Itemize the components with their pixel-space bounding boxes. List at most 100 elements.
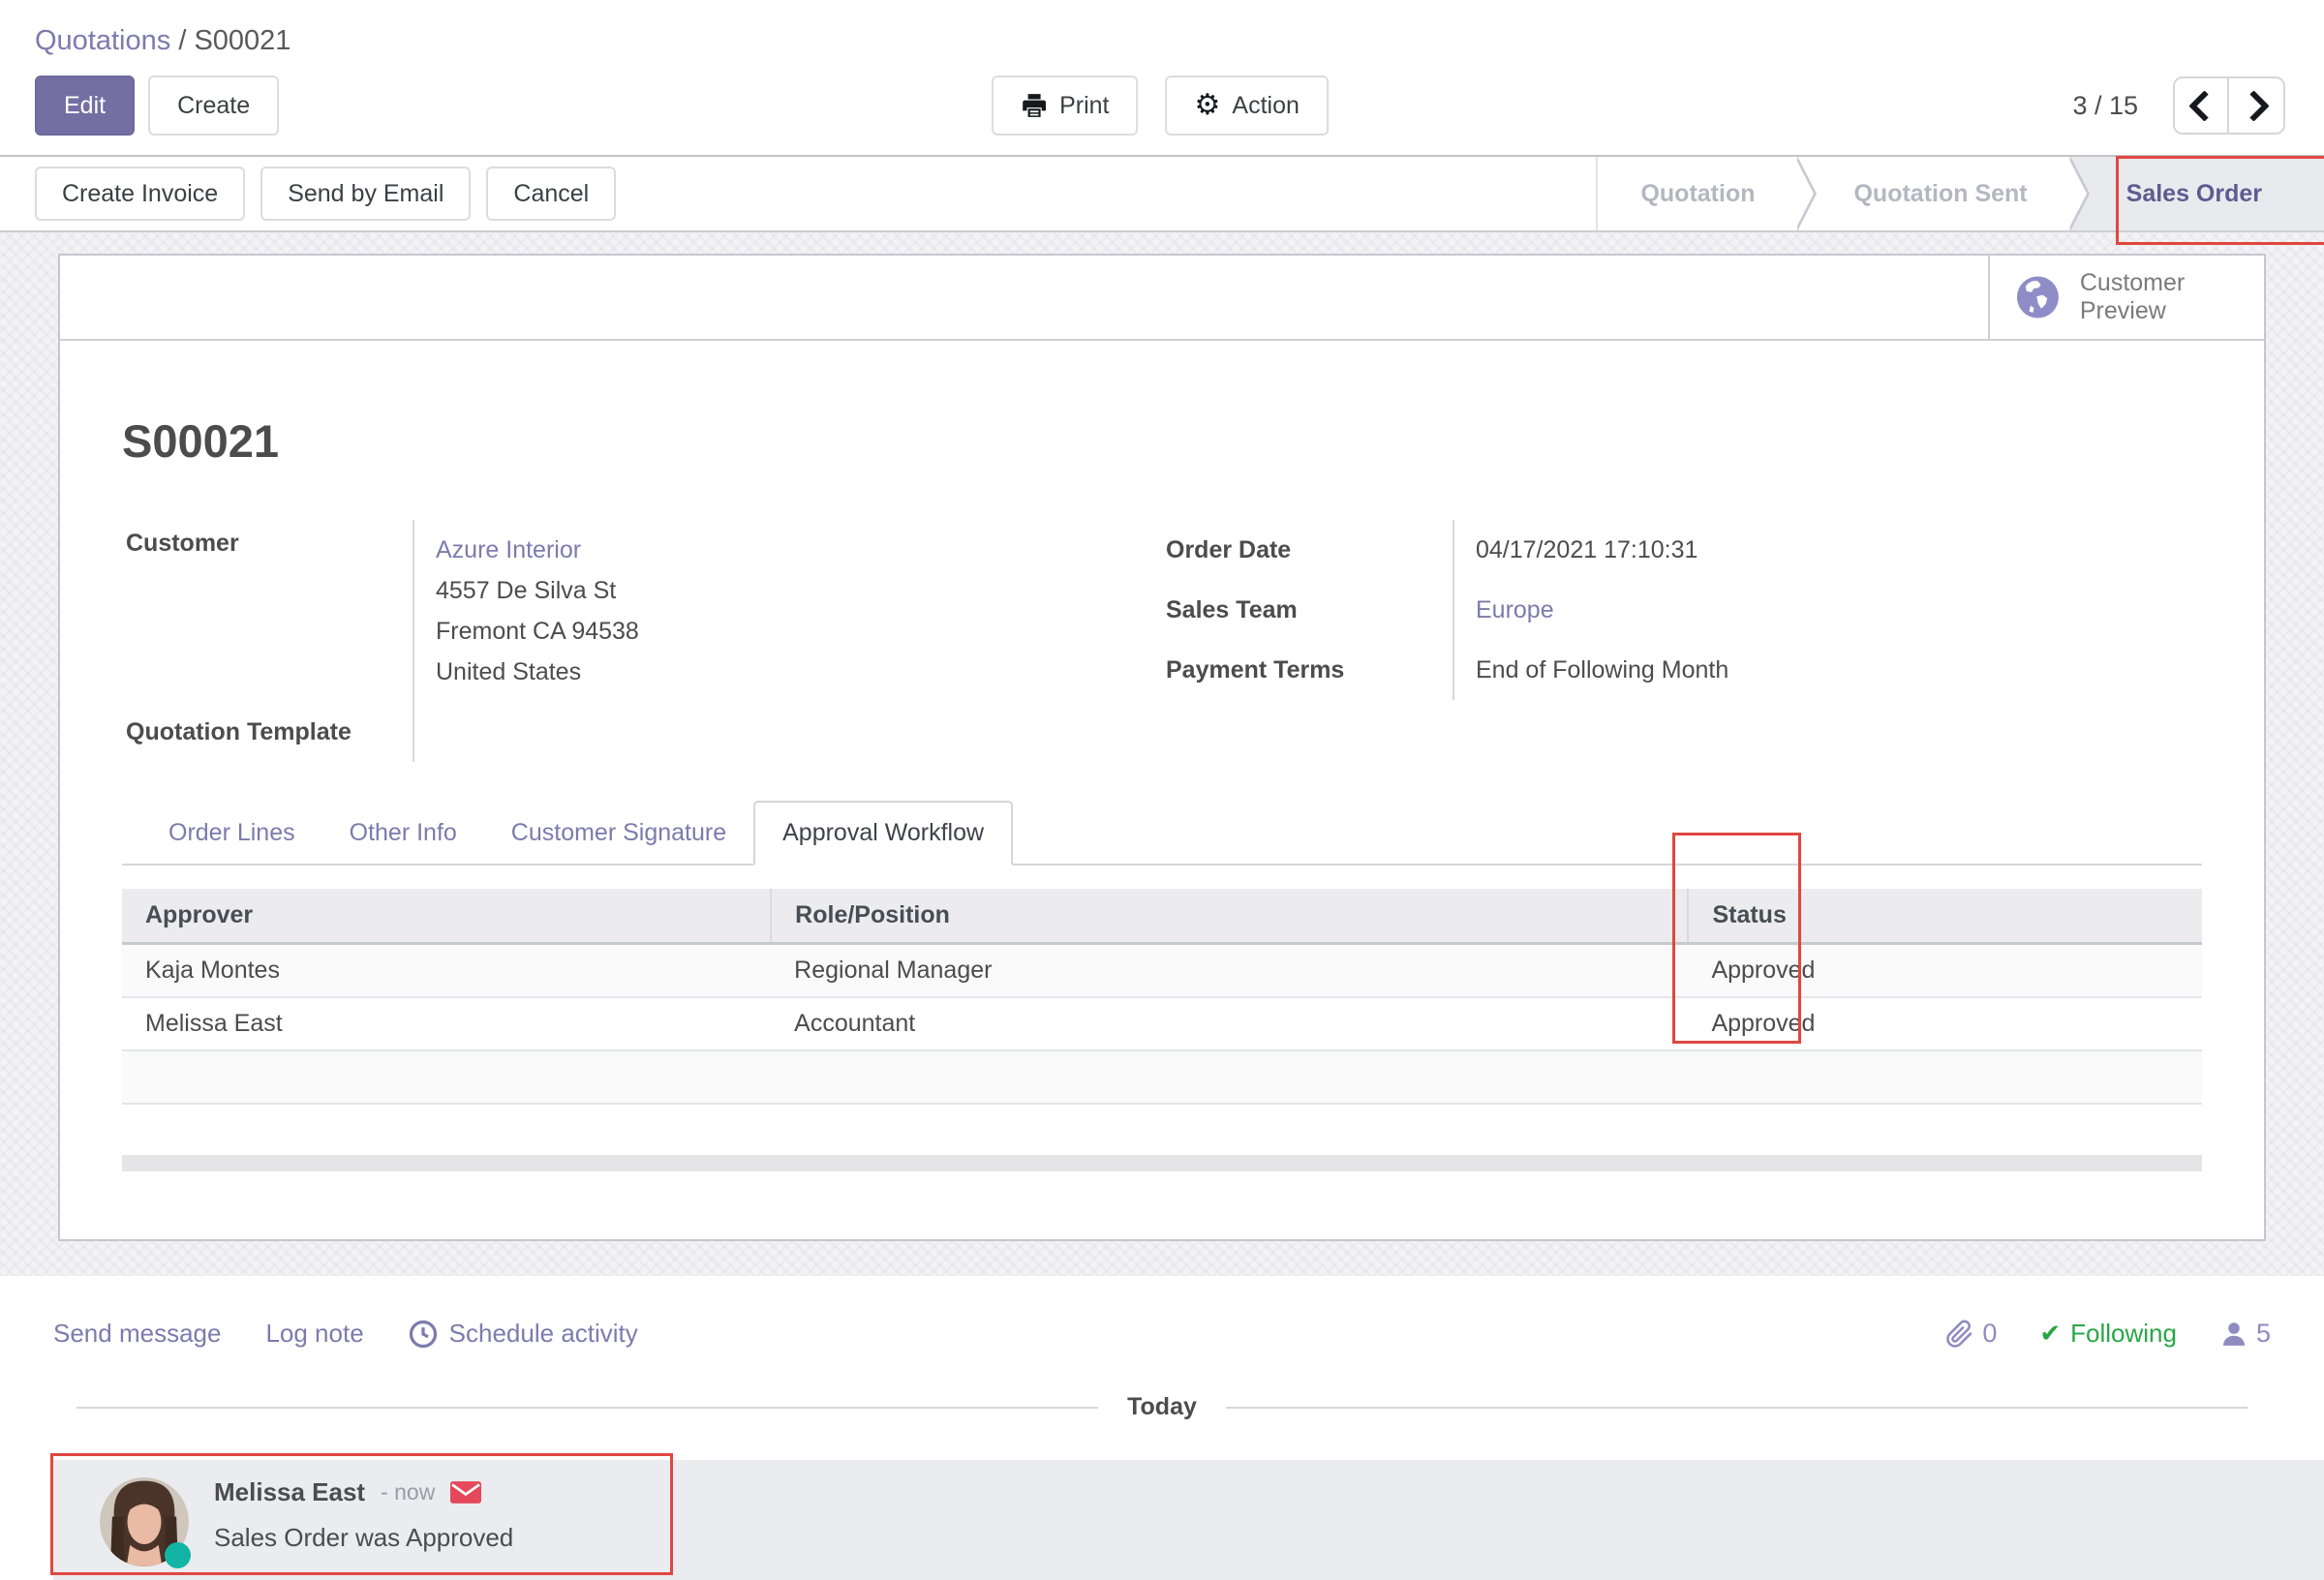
status-step-sales-order[interactable]: Sales Order [2068, 157, 2324, 230]
order-date-label: Order Date [1162, 520, 1452, 580]
control-panel: Quotations / S00021 Edit Create Print [0, 0, 2324, 155]
chevron-right-icon [2238, 90, 2270, 122]
next-record-button[interactable] [2229, 78, 2283, 133]
field-group-right: Order Date 04/17/2021 17:10:31 Sales Tea… [1162, 520, 2202, 762]
column-header-status[interactable]: Status [1688, 889, 2202, 944]
role-cell: Accountant [771, 997, 1688, 1050]
customer-value: Azure Interior 4557 De Silva St Fremont … [413, 520, 1162, 702]
table-row-empty [122, 1050, 2202, 1104]
create-button[interactable]: Create [148, 76, 279, 136]
customer-link[interactable]: Azure Interior [436, 530, 1162, 570]
chatter: Send message Log note Schedule activity … [0, 1276, 2324, 1580]
action-buttons: Print ⚙ Action [992, 76, 1329, 136]
address-line-1: 4557 De Silva St [436, 570, 1162, 611]
quotation-template-label: Quotation Template [122, 702, 413, 762]
statusbar: Create Invoice Send by Email Cancel Quot… [0, 155, 2324, 232]
table-row[interactable]: Melissa East Accountant Approved [122, 997, 2202, 1050]
attachments-count: 0 [1982, 1319, 1997, 1349]
sales-team-value: Europe [1452, 580, 2202, 640]
create-invoice-button[interactable]: Create Invoice [35, 167, 245, 221]
breadcrumb: Quotations / S00021 [35, 25, 2285, 57]
customer-preview-button[interactable]: Customer Preview [1988, 256, 2264, 339]
order-date-value: 04/17/2021 17:10:31 [1452, 520, 2202, 580]
divider-line [76, 1407, 1098, 1409]
tab-approval-workflow[interactable]: Approval Workflow [753, 801, 1013, 866]
address-line-3: United States [436, 652, 1162, 692]
form-card: Customer Preview S00021 Customer Azure I… [58, 254, 2266, 1241]
schedule-activity-link[interactable]: Schedule activity [409, 1319, 638, 1349]
status-step-quotation[interactable]: Quotation [1598, 157, 1795, 230]
user-icon [2219, 1320, 2248, 1349]
field-groups: Customer Azure Interior 4557 De Silva St… [122, 520, 2202, 762]
odoo-sales-order-page: Quotations / S00021 Edit Create Print [0, 0, 2324, 1580]
message-timestamp: - now [381, 1479, 435, 1505]
payment-terms-value: End of Following Month [1452, 640, 2202, 700]
horizontal-scrollbar[interactable] [122, 1155, 2202, 1171]
column-header-approver[interactable]: Approver [122, 889, 771, 944]
document-title: S00021 [122, 414, 2202, 468]
customer-label: Customer [122, 520, 413, 702]
following-label: Following [2070, 1319, 2177, 1349]
divider-line [1226, 1407, 2248, 1409]
approval-table: Approver Role/Position Status Kaja Monte… [122, 889, 2202, 1105]
attachments-button[interactable]: 0 [1945, 1319, 1997, 1349]
chevron-left-icon [2188, 90, 2220, 122]
statusbar-buttons: Create Invoice Send by Email Cancel [35, 157, 616, 230]
empty-cell [1688, 1050, 2202, 1104]
send-message-link[interactable]: Send message [53, 1319, 221, 1349]
print-button[interactable]: Print [992, 76, 1138, 136]
envelope-icon [450, 1481, 481, 1504]
notebook-tabs: Order Lines Other Info Customer Signatur… [122, 801, 2202, 866]
breadcrumb-separator: / [178, 25, 194, 56]
send-by-email-button[interactable]: Send by Email [260, 167, 471, 221]
form-card-header: Customer Preview [60, 256, 2264, 341]
message-author: Melissa East [214, 1477, 365, 1507]
action-button[interactable]: ⚙ Action [1166, 76, 1329, 136]
online-status-dot [165, 1542, 191, 1568]
main-content: Customer Preview S00021 Customer Azure I… [0, 232, 2324, 1276]
tab-customer-signature[interactable]: Customer Signature [484, 803, 753, 864]
breadcrumb-quotations-link[interactable]: Quotations [35, 25, 170, 56]
breadcrumb-current: S00021 [194, 25, 290, 56]
status-cell: Approved [1688, 944, 2202, 998]
column-header-role-position[interactable]: Role/Position [771, 889, 1688, 944]
message-text: Sales Order was Approved [214, 1523, 513, 1553]
message-body: Melissa East - now Sales Order was Appro… [214, 1477, 513, 1553]
pager-counter: 3 / 15 [2072, 91, 2138, 121]
approver-cell: Melissa East [122, 997, 771, 1050]
form-card-body: S00021 Customer Azure Interior 4557 De S… [60, 341, 2264, 1171]
edit-button[interactable]: Edit [35, 76, 135, 136]
payment-terms-label: Payment Terms [1162, 640, 1452, 700]
check-icon: ✔ [2039, 1320, 2061, 1349]
following-button[interactable]: ✔ Following [2039, 1319, 2177, 1349]
chatter-right-tools: 0 ✔ Following 5 [1945, 1319, 2271, 1349]
chatter-toolbar: Send message Log note Schedule activity … [53, 1319, 2271, 1349]
quotation-template-value[interactable] [413, 702, 1162, 762]
clock-icon [409, 1320, 438, 1349]
status-cell: Approved [1688, 997, 2202, 1050]
message-header: Melissa East - now [214, 1477, 513, 1507]
record-buttons: Edit Create [35, 76, 279, 136]
log-note-link[interactable]: Log note [265, 1319, 363, 1349]
printer-icon [1021, 93, 1048, 118]
status-step-quotation-sent[interactable]: Quotation Sent [1795, 157, 2067, 230]
followers-count: 5 [2256, 1319, 2271, 1349]
sales-team-link[interactable]: Europe [1476, 596, 1554, 624]
cancel-button[interactable]: Cancel [486, 167, 616, 221]
header-button-row: Edit Create Print ⚙ Action 3 [35, 75, 2285, 137]
chatter-message: Melissa East - now Sales Order was Appro… [53, 1460, 2324, 1580]
tab-other-info[interactable]: Other Info [322, 803, 484, 864]
tab-order-lines[interactable]: Order Lines [141, 803, 322, 864]
avatar [100, 1477, 189, 1566]
previous-record-button[interactable] [2175, 78, 2229, 133]
gear-icon: ⚙ [1195, 91, 1221, 120]
paperclip-icon [1945, 1320, 1974, 1349]
table-row[interactable]: Kaja Montes Regional Manager Approved [122, 944, 2202, 998]
followers-button[interactable]: 5 [2219, 1319, 2271, 1349]
empty-cell [122, 1050, 771, 1104]
sales-team-label: Sales Team [1162, 580, 1452, 640]
status-pipeline: Quotation Quotation Sent Sales Order [1596, 157, 2324, 230]
day-divider: Today [76, 1393, 2248, 1421]
address-line-2: Fremont CA 94538 [436, 611, 1162, 652]
approver-cell: Kaja Montes [122, 944, 771, 998]
